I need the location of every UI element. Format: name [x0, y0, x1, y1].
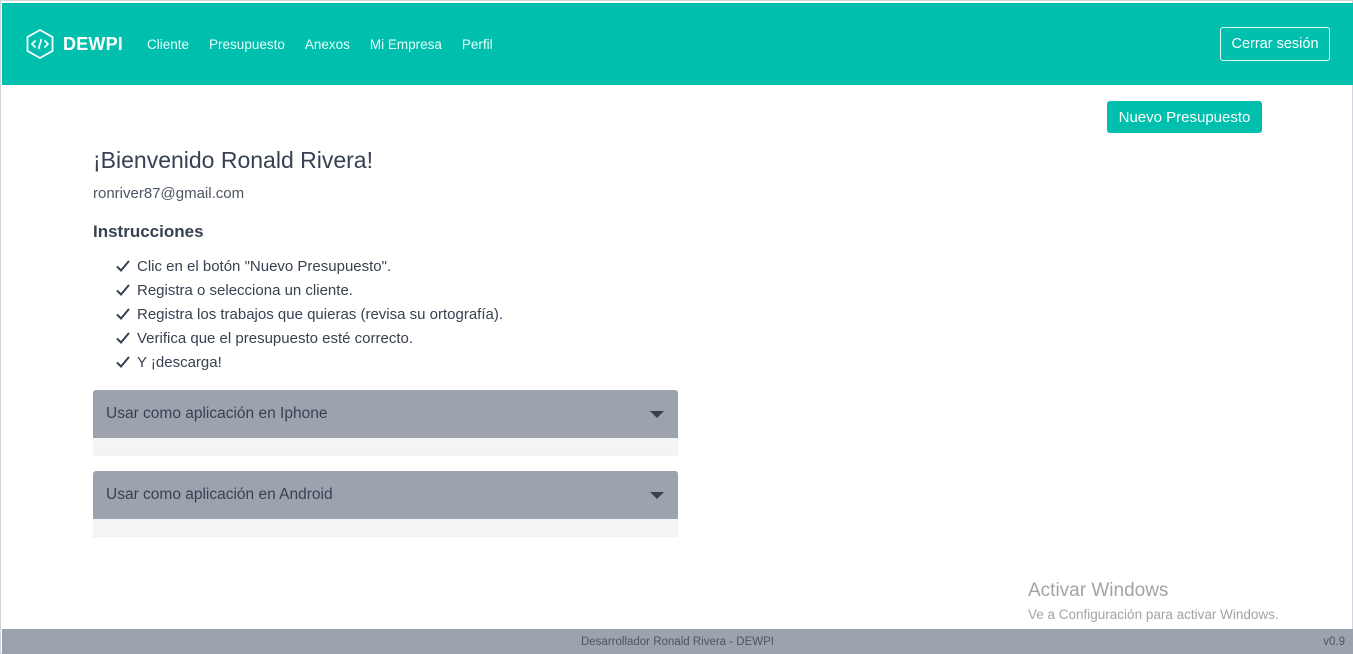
step-text: Y ¡descarga!	[137, 353, 222, 371]
nav-link-presupuesto[interactable]: Presupuesto	[209, 37, 285, 52]
code-hexagon-logo-icon	[26, 28, 54, 60]
brand[interactable]: DEWPI	[25, 28, 123, 60]
caret-down-icon	[650, 491, 664, 499]
accordion-label: Usar como aplicación en Iphone	[106, 405, 328, 422]
step-text: Registra o selecciona un cliente.	[137, 281, 353, 299]
footer-credits: Desarrollador Ronald Rivera - DEWPI	[580, 635, 774, 648]
nav-links: Cliente Presupuesto Anexos Mi Empresa Pe…	[147, 37, 513, 52]
version-label: v0.9	[1323, 635, 1345, 648]
nav-link-anexos[interactable]: Anexos	[305, 37, 350, 52]
list-item: Y ¡descarga!	[115, 350, 683, 374]
accordion-item-iphone: Usar como aplicación en Iphone	[93, 390, 678, 455]
user-email: ronriver87@gmail.com	[93, 185, 245, 202]
checkmark-icon	[116, 308, 130, 320]
app-page: DEWPI Cliente Presupuesto Anexos Mi Empr…	[0, 0, 1353, 654]
nav-link-perfil[interactable]: Perfil	[462, 37, 493, 52]
accordion-header-android[interactable]: Usar como aplicación en Android	[93, 471, 678, 519]
install-accordion: Usar como aplicación en Iphone Usar como…	[93, 390, 678, 536]
instructions-list: Clic en el botón "Nuevo Presupuesto". Re…	[93, 254, 683, 374]
main-content: ¡Bienvenido Ronald Rivera! ronriver87@gm…	[93, 147, 683, 552]
list-item: Clic en el botón "Nuevo Presupuesto".	[115, 254, 683, 278]
list-item: Verifica que el presupuesto esté correct…	[115, 326, 683, 350]
accordion-body	[93, 438, 678, 455]
nav-link-mi-empresa[interactable]: Mi Empresa	[370, 37, 442, 52]
brand-name: DEWPI	[63, 33, 124, 54]
accordion-header-iphone[interactable]: Usar como aplicación en Iphone	[93, 390, 678, 438]
page-footer: Desarrollador Ronald Rivera - DEWPI v0.9	[2, 629, 1353, 654]
checkmark-icon	[116, 332, 130, 344]
instructions-title: Instrucciones	[93, 222, 204, 241]
caret-down-icon	[650, 410, 664, 418]
accordion-item-android: Usar como aplicación en Android	[93, 471, 678, 536]
accordion-body	[93, 519, 678, 536]
top-navbar: DEWPI Cliente Presupuesto Anexos Mi Empr…	[2, 3, 1353, 85]
nav-link-cliente[interactable]: Cliente	[147, 37, 189, 52]
watermark-subtitle: Ve a Configuración para activar Windows.	[1028, 607, 1279, 622]
list-item: Registra los trabajos que quieras (revis…	[115, 302, 683, 326]
checkmark-icon	[116, 356, 130, 368]
step-text: Registra los trabajos que quieras (revis…	[137, 305, 504, 323]
accordion-label: Usar como aplicación en Android	[106, 486, 333, 503]
watermark-title: Activar Windows	[1028, 580, 1169, 601]
step-text: Verifica que el presupuesto esté correct…	[137, 329, 413, 347]
checkmark-icon	[116, 260, 130, 272]
logout-button[interactable]: Cerrar sesión	[1220, 27, 1330, 61]
step-text: Clic en el botón "Nuevo Presupuesto".	[137, 257, 392, 275]
list-item: Registra o selecciona un cliente.	[115, 278, 683, 302]
welcome-heading: ¡Bienvenido Ronald Rivera!	[93, 147, 373, 173]
checkmark-icon	[116, 284, 130, 296]
windows-activation-watermark: Activar Windows Ve a Configuración para …	[1028, 580, 1279, 622]
new-quote-button[interactable]: Nuevo Presupuesto	[1107, 101, 1262, 133]
